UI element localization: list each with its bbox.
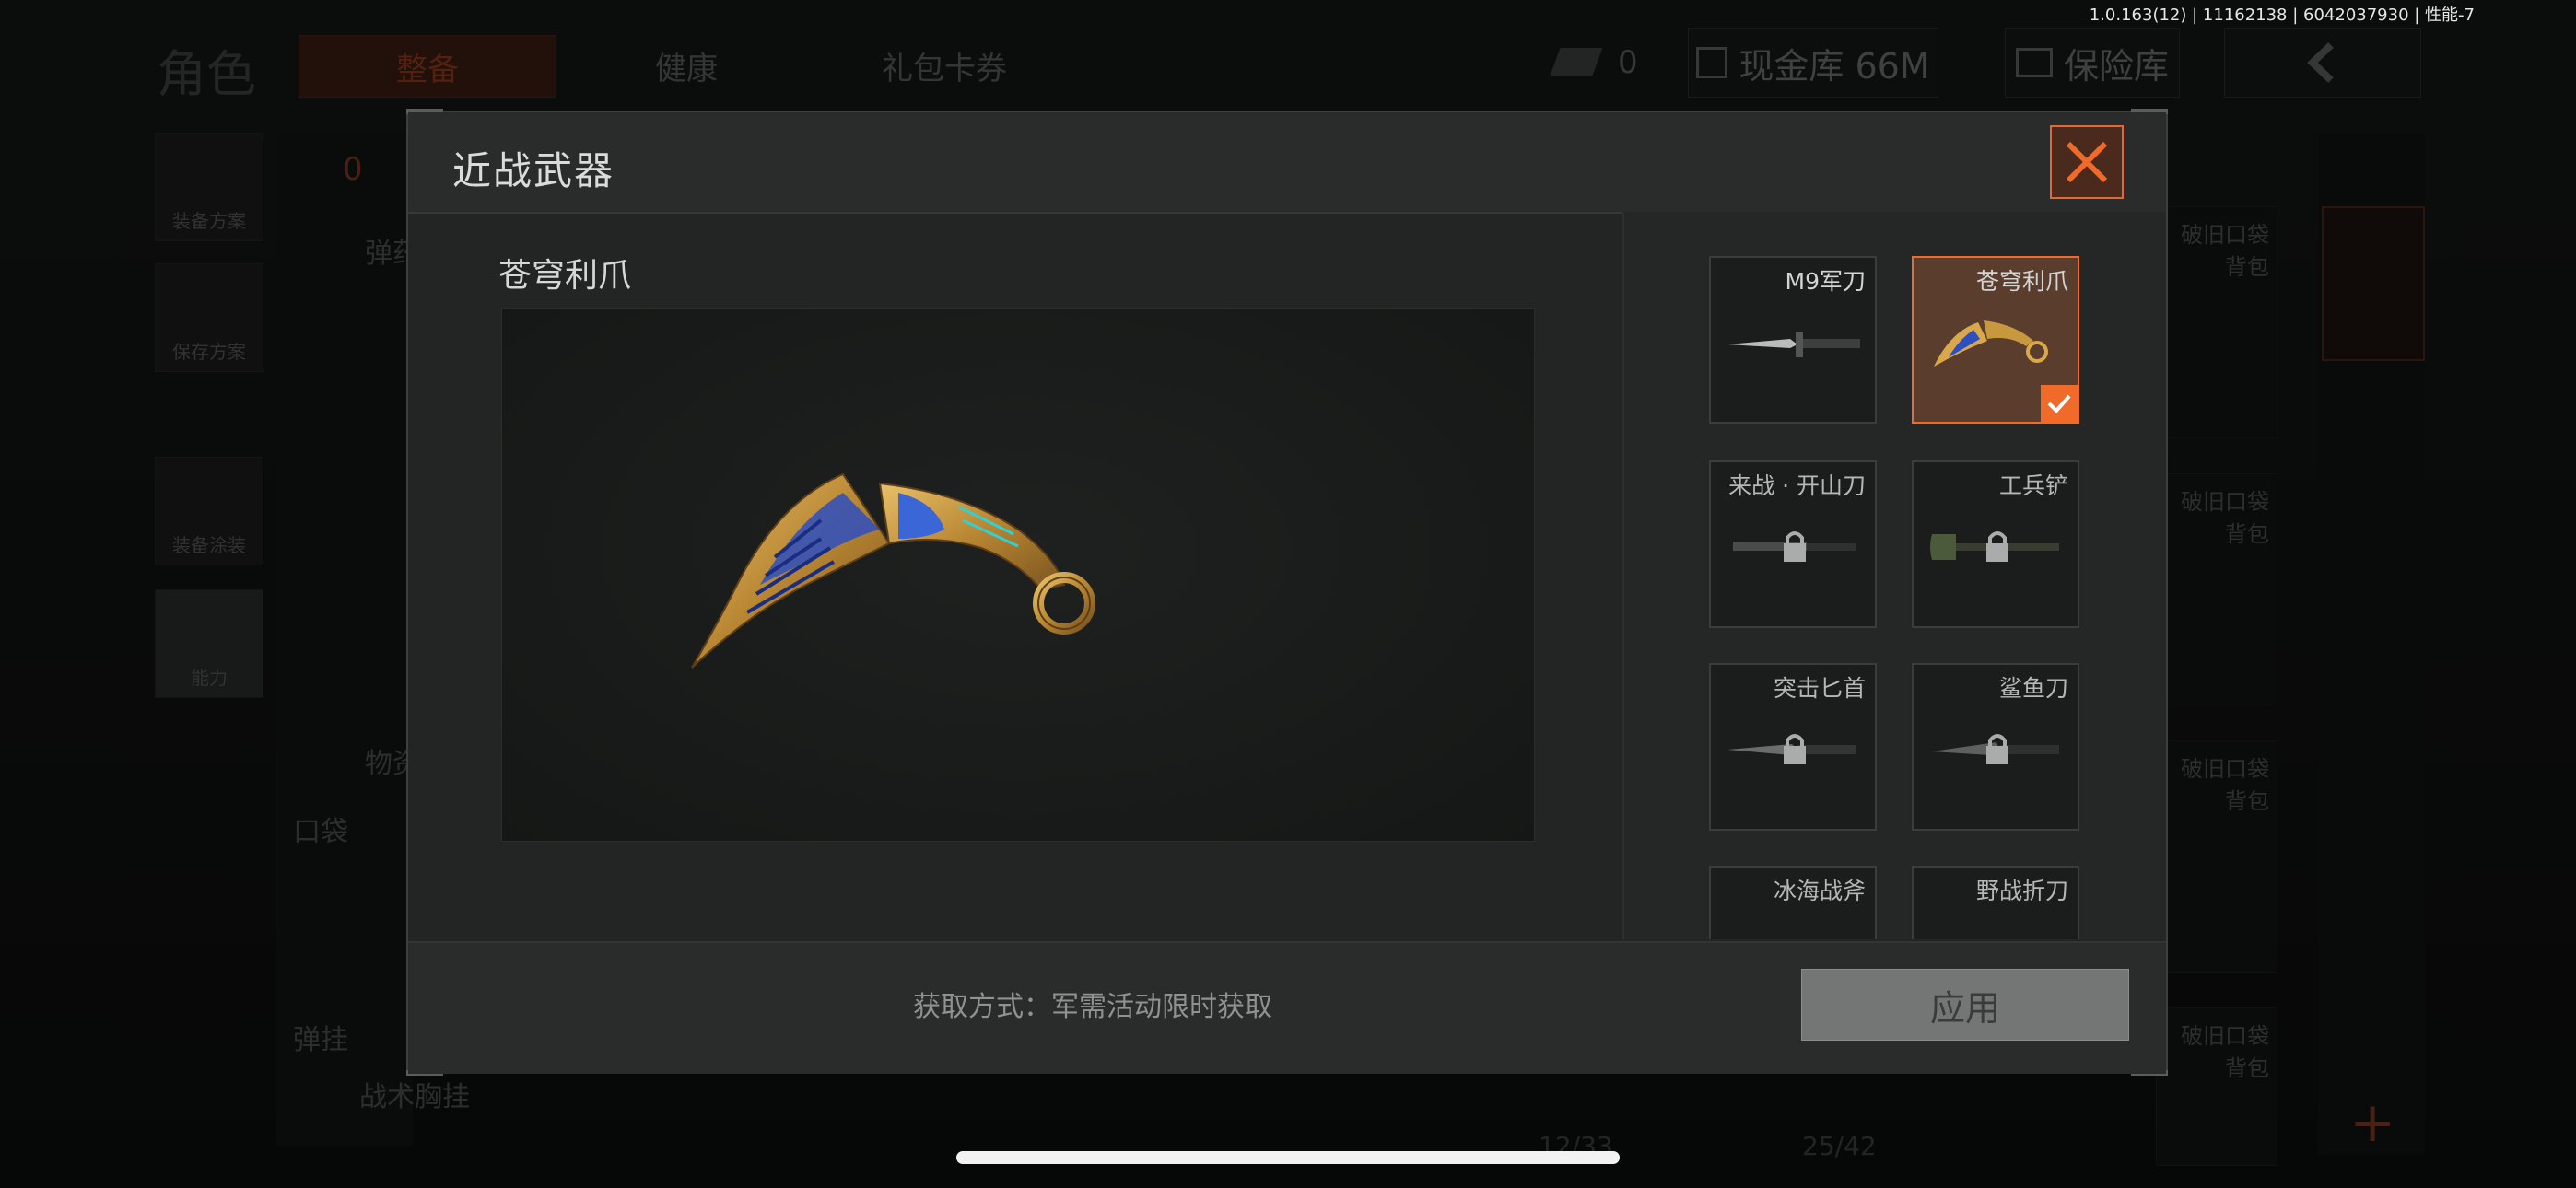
- weapon-item-name: 鲨鱼刀: [1998, 675, 2068, 702]
- weapon-item-karambit[interactable]: 苍穹利爪: [1912, 256, 2079, 424]
- weapon-item-name: 突击匕首: [1773, 675, 1866, 702]
- home-indicator[interactable]: [956, 1151, 1620, 1164]
- lock-icon: [1784, 734, 1806, 764]
- acquire-method-text: 获取方式：军需活动限时获取: [913, 991, 1272, 1023]
- lock-icon: [1784, 531, 1806, 562]
- weapon-item-name: 工兵铲: [1998, 472, 2068, 499]
- weapon-item-shark-knife[interactable]: 鲨鱼刀: [1912, 663, 2079, 831]
- dialog-title: 近战武器: [452, 148, 615, 193]
- dialog-header: 近战武器: [408, 112, 2166, 214]
- weapon-item-name: M9军刀: [1785, 268, 1866, 295]
- lock-icon: [1986, 734, 2008, 764]
- weapon-item-shovel[interactable]: 工兵铲: [1912, 460, 2079, 628]
- weapon-preview[interactable]: [501, 308, 1535, 842]
- close-icon: [2066, 141, 2108, 183]
- selected-weapon-name: 苍穹利爪: [498, 257, 632, 295]
- weapon-item-name: 冰海战斧: [1773, 878, 1866, 904]
- lock-icon: [1986, 531, 2008, 562]
- weapon-item-name: 野战折刀: [1975, 878, 2068, 904]
- weapon-item-name: 来战 · 开山刀: [1728, 472, 1866, 499]
- weapon-item-assault-dagger[interactable]: 突击匕首: [1709, 663, 1877, 831]
- bayonet-icon: [1727, 332, 1860, 357]
- weapon-item-ice-axe[interactable]: 冰海战斧: [1709, 866, 1877, 939]
- weapon-list[interactable]: M9军刀 苍穹利爪 来战 · 开山刀 工兵铲 突击匕首 鲨鱼刀 冰海战斧 野战折…: [1624, 212, 2166, 939]
- weapon-item-machete[interactable]: 来战 · 开山刀: [1709, 460, 1877, 628]
- karambit-knife-image: [691, 472, 1095, 669]
- close-button[interactable]: [2050, 125, 2124, 199]
- weapon-item-field-folding-knife[interactable]: 野战折刀: [1912, 866, 2079, 939]
- selected-check-icon: [2041, 385, 2078, 422]
- weapon-item-m9[interactable]: M9军刀: [1709, 256, 1877, 424]
- melee-weapon-dialog: 近战武器 苍穹利爪 M9军刀 苍穹利爪 来战 · 开山刀 工兵铲 突击匕首 鲨鱼…: [406, 109, 2168, 1076]
- apply-button[interactable]: 应用: [1801, 969, 2129, 1041]
- karambit-icon: [1934, 320, 2048, 367]
- weapon-item-name: 苍穹利爪: [1975, 268, 2068, 295]
- version-info: 1.0.163(12) | 11162138 | 6042037930 | 性能…: [2089, 6, 2475, 25]
